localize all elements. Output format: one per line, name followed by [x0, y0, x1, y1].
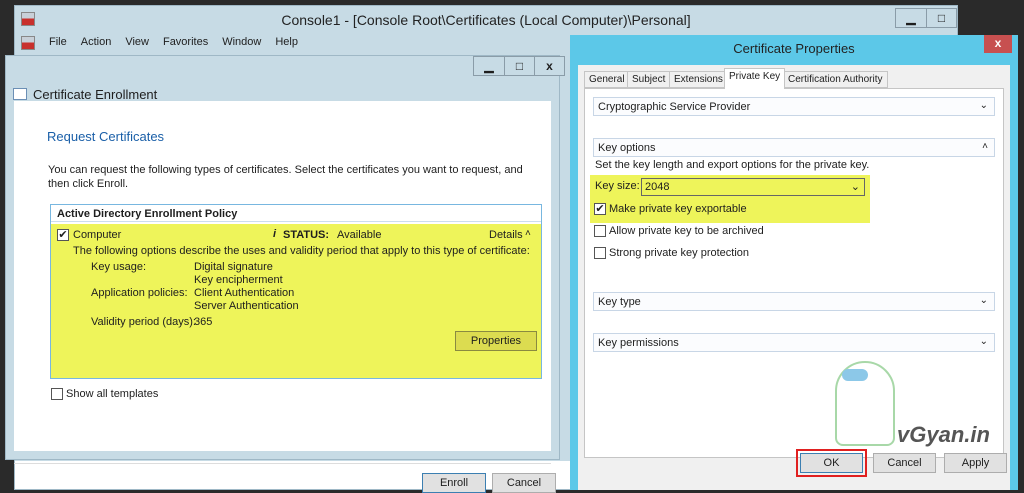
- page-heading: Request Certificates: [47, 129, 165, 144]
- mmc-menu-icon[interactable]: [21, 36, 35, 50]
- key-type-section[interactable]: Key type ⌄: [593, 292, 995, 311]
- console-title: Console1 - [Console Root\Certificates (L…: [281, 12, 691, 28]
- chevron-up-icon: ˄: [982, 141, 988, 152]
- app-policy-value: Server Authentication: [194, 300, 299, 312]
- certificate-item: ✔ Computer i STATUS: Available Details ˄…: [51, 224, 541, 378]
- key-permissions-label: Key permissions: [598, 337, 679, 349]
- menu-window[interactable]: Window: [222, 36, 261, 50]
- ok-button[interactable]: OK: [796, 449, 867, 477]
- enroll-maximize-button[interactable]: □: [504, 57, 534, 75]
- csp-section[interactable]: Cryptographic Service Provider ⌄: [593, 97, 995, 116]
- cancel-button[interactable]: Cancel: [492, 473, 556, 493]
- apply-button[interactable]: Apply: [944, 453, 1007, 473]
- strong-protection-checkbox[interactable]: [594, 247, 606, 259]
- console-maximize-button[interactable]: □: [926, 9, 956, 27]
- cloud-icon: [842, 369, 868, 381]
- properties-content: General Subject Extensions Private Key C…: [578, 65, 1010, 490]
- info-icon: i: [273, 228, 277, 240]
- properties-title: Certificate Properties: [733, 41, 855, 56]
- properties-close-button[interactable]: x: [984, 35, 1012, 53]
- intro-text: You can request the following types of c…: [48, 164, 523, 190]
- certificate-name: Computer: [73, 229, 122, 241]
- chevron-down-icon: ⌄: [979, 295, 988, 306]
- private-key-panel: Cryptographic Service Provider ⌄ Key opti…: [584, 88, 1004, 458]
- menu-help[interactable]: Help: [275, 36, 298, 50]
- key-usage-label: Key usage:: [91, 261, 147, 273]
- archive-label: Allow private key to be archived: [609, 225, 764, 237]
- vgyan-logo-head: [835, 361, 895, 446]
- key-usage-value: Digital signature: [194, 261, 273, 273]
- tab-subject[interactable]: Subject: [627, 71, 671, 88]
- key-size-label: Key size:: [595, 180, 640, 192]
- menu-view[interactable]: View: [125, 36, 149, 50]
- certificate-properties-dialog: Certificate Properties x General Subject…: [570, 35, 1018, 490]
- exportable-label: Make private key exportable: [609, 203, 747, 215]
- key-size-value: 2048: [645, 181, 670, 193]
- menu-action[interactable]: Action: [81, 36, 112, 50]
- status-label: STATUS:: [283, 229, 330, 241]
- properties-button[interactable]: Properties: [455, 331, 537, 351]
- details-toggle[interactable]: Details: [489, 229, 523, 241]
- strong-protection-label: Strong private key protection: [609, 247, 750, 259]
- validity-value: 365: [194, 316, 213, 328]
- status-value: Available: [337, 229, 382, 241]
- tab-extensions[interactable]: Extensions: [669, 71, 728, 88]
- key-size-select[interactable]: 2048 ⌄: [641, 178, 865, 196]
- enroll-window-title: Certificate Enrollment: [33, 87, 158, 102]
- enroll-minimize-button[interactable]: ▁: [474, 57, 504, 75]
- enroll-close-button[interactable]: x: [534, 57, 564, 75]
- console-minimize-button[interactable]: ▁: [896, 9, 926, 27]
- key-type-label: Key type: [598, 296, 641, 308]
- archive-checkbox[interactable]: [594, 225, 606, 237]
- key-usage-value: Key encipherment: [194, 274, 283, 286]
- vgyan-watermark: vGyan.in: [897, 422, 990, 447]
- computer-checkbox[interactable]: ✔: [57, 229, 69, 241]
- exportable-checkbox[interactable]: ✔: [594, 203, 606, 215]
- validity-label: Validity period (days):: [91, 316, 196, 328]
- enrollment-policy-box: Active Directory Enrollment Policy ✔ Com…: [50, 204, 542, 379]
- console-window-controls: ▁ □: [895, 8, 957, 28]
- menu-favorites[interactable]: Favorites: [163, 36, 208, 50]
- show-all-templates-label: Show all templates: [66, 388, 159, 400]
- chevron-down-icon: ⌄: [850, 181, 860, 193]
- app-policy-value: Client Authentication: [194, 287, 295, 299]
- chevron-up-icon[interactable]: ˄: [525, 228, 531, 239]
- tab-private-key[interactable]: Private Key: [724, 68, 786, 89]
- app-policies-label: Application policies:: [91, 287, 188, 299]
- certificate-icon: [13, 88, 27, 100]
- key-options-label: Key options: [598, 142, 656, 154]
- properties-cancel-button[interactable]: Cancel: [873, 453, 936, 473]
- tab-certification-authority[interactable]: Certification Authority: [783, 71, 888, 88]
- show-all-templates-checkbox[interactable]: [51, 388, 63, 400]
- key-permissions-section[interactable]: Key permissions ⌄: [593, 333, 995, 352]
- key-options-description: Set the key length and export options fo…: [595, 159, 870, 171]
- divider: [14, 463, 551, 464]
- enroll-window-controls: ▁ □ x: [473, 56, 565, 76]
- tab-general[interactable]: General: [584, 71, 630, 88]
- csp-label: Cryptographic Service Provider: [598, 101, 751, 113]
- key-options-section[interactable]: Key options ˄: [593, 138, 995, 157]
- menu-file[interactable]: File: [49, 36, 67, 50]
- cert-description: The following options describe the uses …: [73, 245, 530, 257]
- chevron-down-icon: ⌄: [979, 100, 988, 111]
- console-menubar: File Action View Favorites Window Help: [21, 36, 298, 50]
- chevron-down-icon: ⌄: [979, 336, 988, 347]
- policy-header: Active Directory Enrollment Policy: [51, 205, 541, 222]
- enroll-body: Request Certificates You can request the…: [14, 101, 556, 493]
- certificate-enrollment-window: ▁ □ x Certificate Enrollment Request Cer…: [5, 55, 565, 493]
- enroll-button[interactable]: Enroll: [422, 473, 486, 493]
